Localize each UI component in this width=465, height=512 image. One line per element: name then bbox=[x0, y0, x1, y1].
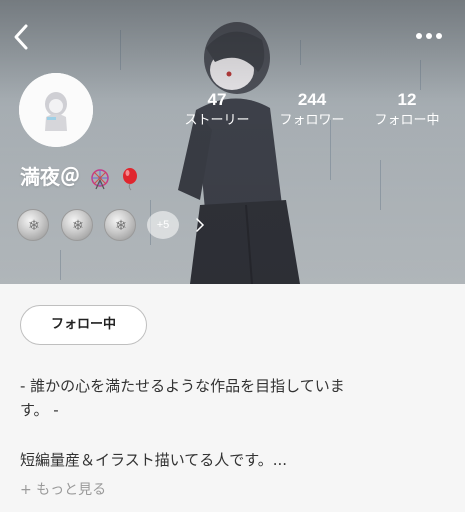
stat-stories-value: 47 bbox=[207, 90, 227, 109]
badge-snowflake[interactable]: ❄ bbox=[61, 209, 93, 241]
stat-following[interactable]: 12 フォロー中 bbox=[362, 90, 452, 130]
more-options-icon bbox=[416, 33, 442, 39]
profile-name: 満夜＠ bbox=[20, 163, 140, 191]
avatar-image bbox=[19, 73, 93, 147]
profile-bio: - 誰かの心を満たせるような作品を目指していま す。 - bbox=[20, 374, 440, 422]
bio-line-1: - 誰かの心を満たせるような作品を目指していま bbox=[20, 377, 345, 395]
snowflake-icon: ❄ bbox=[72, 218, 84, 234]
stat-stories[interactable]: 47 ストーリー bbox=[172, 90, 262, 130]
badge-snowflake[interactable]: ❄ bbox=[104, 209, 136, 241]
bio-line-2: す。 - bbox=[20, 401, 59, 419]
badge-more-count[interactable]: +5 bbox=[147, 211, 179, 239]
badge-snowflake[interactable]: ❄ bbox=[17, 209, 49, 241]
avatar[interactable] bbox=[19, 73, 93, 147]
more-options-button[interactable] bbox=[412, 26, 446, 46]
balloon-emoji bbox=[122, 167, 137, 190]
chevron-right-icon[interactable] bbox=[194, 215, 206, 235]
back-icon bbox=[14, 24, 28, 50]
stat-following-label: フォロー中 bbox=[374, 113, 440, 128]
stat-followers-value: 244 bbox=[297, 90, 327, 109]
stat-followers[interactable]: 244 フォロワー bbox=[267, 90, 357, 130]
ferris-wheel-emoji bbox=[91, 168, 109, 189]
bio-line-3: 短編量産＆イラスト描いてる人です。... bbox=[20, 451, 288, 469]
profile-name-text: 満夜＠ bbox=[20, 165, 80, 189]
profile-header: 47 ストーリー 244 フォロワー 12 フォロー中 満夜＠ ❄ ❄ ❄ +5 bbox=[0, 0, 465, 284]
show-more-link[interactable]: + もっと見る bbox=[20, 480, 106, 500]
stat-following-value: 12 bbox=[397, 90, 417, 109]
snowflake-icon: ❄ bbox=[28, 218, 40, 234]
back-button[interactable] bbox=[8, 22, 36, 52]
snowflake-icon: ❄ bbox=[115, 218, 127, 234]
stat-stories-label: ストーリー bbox=[184, 113, 250, 128]
following-button[interactable]: フォロー中 bbox=[20, 305, 147, 345]
stat-followers-label: フォロワー bbox=[279, 113, 345, 128]
